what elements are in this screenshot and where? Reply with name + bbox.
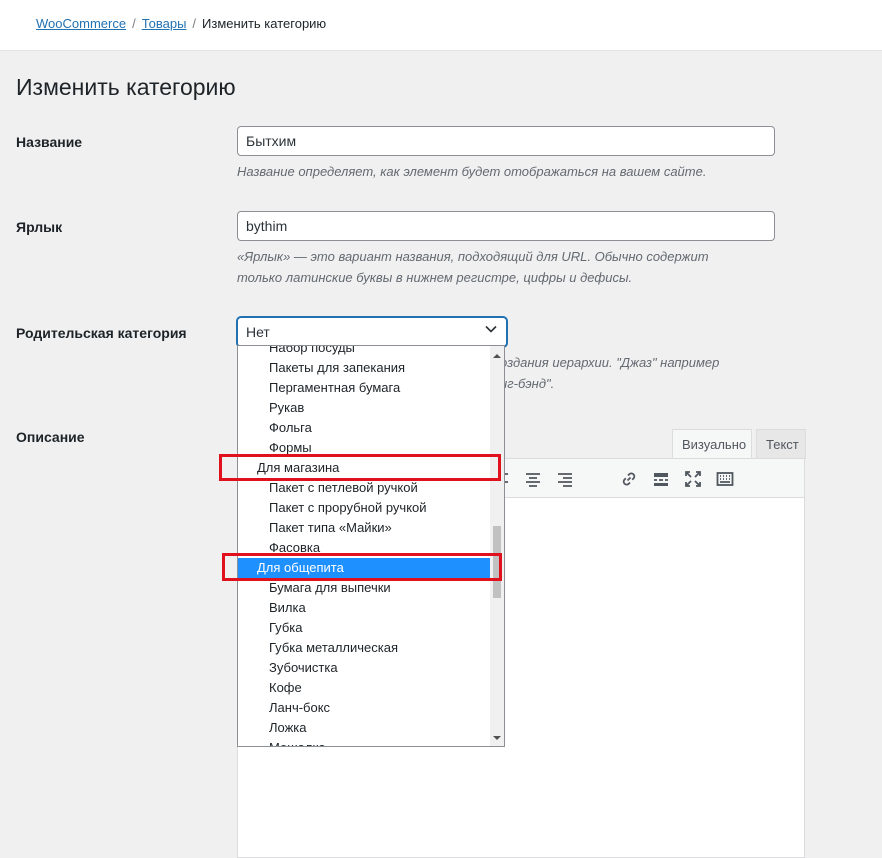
name-input[interactable]: Бытхим (237, 126, 775, 156)
slug-description-line1: «Ярлык» — это вариант названия, подходящ… (237, 249, 709, 264)
dropdown-option[interactable]: Бумага для выпечки (238, 578, 490, 598)
breadcrumb-link-products[interactable]: Товары (142, 16, 187, 31)
dropdown-option[interactable]: Пакет с петлевой ручкой (238, 478, 490, 498)
top-bar: WooCommerce / Товары / Изменить категорию (0, 0, 882, 51)
dropdown-option[interactable]: Фольга (238, 418, 490, 438)
dropdown-option[interactable]: Кофе (238, 678, 490, 698)
breadcrumb-current: Изменить категорию (202, 16, 327, 31)
read-more-icon[interactable] (652, 470, 670, 488)
dropdown-option[interactable]: Пакет типа «Майки» (238, 518, 490, 538)
dropdown-option[interactable]: Набор посуды (238, 346, 490, 358)
annotation-box-dlya-obshchepita (222, 553, 502, 581)
breadcrumb-separator: / (192, 16, 197, 31)
dropdown-options-list: Набор посуды Пакеты для запекания Пергамен… (238, 346, 490, 746)
align-center-icon[interactable] (524, 470, 542, 488)
slug-input[interactable]: bythim (237, 211, 775, 241)
tab-visual[interactable]: Визуально (672, 429, 752, 459)
dropdown-option[interactable]: Рукав (238, 398, 490, 418)
breadcrumb-separator: / (132, 16, 136, 31)
dropdown-option[interactable]: Пакеты для запекания (238, 358, 490, 378)
parent-category-selected: Нет (246, 324, 270, 340)
breadcrumb-link-woocommerce[interactable]: WooCommerce (36, 16, 126, 31)
parent-category-dropdown[interactable]: Набор посуды Пакеты для запекания Пергамен… (237, 345, 505, 747)
scroll-down-arrow-icon[interactable] (493, 734, 501, 742)
name-description: Название определяет, как элемент будет о… (237, 164, 707, 179)
dropdown-option[interactable]: Ланч-бокс (238, 698, 490, 718)
annotation-box-dlya-magazina (219, 454, 501, 481)
dropdown-option[interactable]: Вилка (238, 598, 490, 618)
align-right-icon[interactable] (556, 470, 574, 488)
page-title: Изменить категорию (16, 74, 236, 100)
dropdown-option[interactable]: Пергаментная бумага (238, 378, 490, 398)
toolbar-toggle-icon[interactable] (716, 470, 734, 488)
dropdown-option[interactable]: Губка металлическая (238, 638, 490, 658)
slug-label: Ярлык (16, 219, 63, 235)
name-label: Название (16, 134, 83, 150)
chevron-down-icon (485, 325, 497, 333)
breadcrumb: WooCommerce / Товары / Изменить категорию (36, 16, 326, 31)
parent-category-label: Родительская категория (16, 325, 187, 341)
dropdown-option[interactable]: Пакет с прорубной ручкой (238, 498, 490, 518)
slug-description-line2: только латинские буквы в нижнем регистре… (237, 270, 633, 285)
dropdown-option[interactable]: Ложка (238, 718, 490, 738)
tab-text[interactable]: Текст (756, 429, 806, 459)
fullscreen-icon[interactable] (684, 470, 702, 488)
parent-description-line2: иг-бэнд". (500, 376, 555, 391)
parent-category-select[interactable]: Нет (237, 317, 507, 347)
description-label: Описание (16, 429, 85, 445)
dropdown-scrollbar[interactable] (490, 346, 504, 746)
dropdown-option[interactable]: Губка (238, 618, 490, 638)
dropdown-option[interactable]: Зубочистка (238, 658, 490, 678)
parent-description-line1: оздания иерархии. "Джаз" например (500, 355, 720, 370)
scroll-up-arrow-icon[interactable] (493, 352, 501, 360)
link-icon[interactable] (620, 470, 638, 488)
dropdown-option[interactable]: Мешалка (238, 738, 490, 746)
